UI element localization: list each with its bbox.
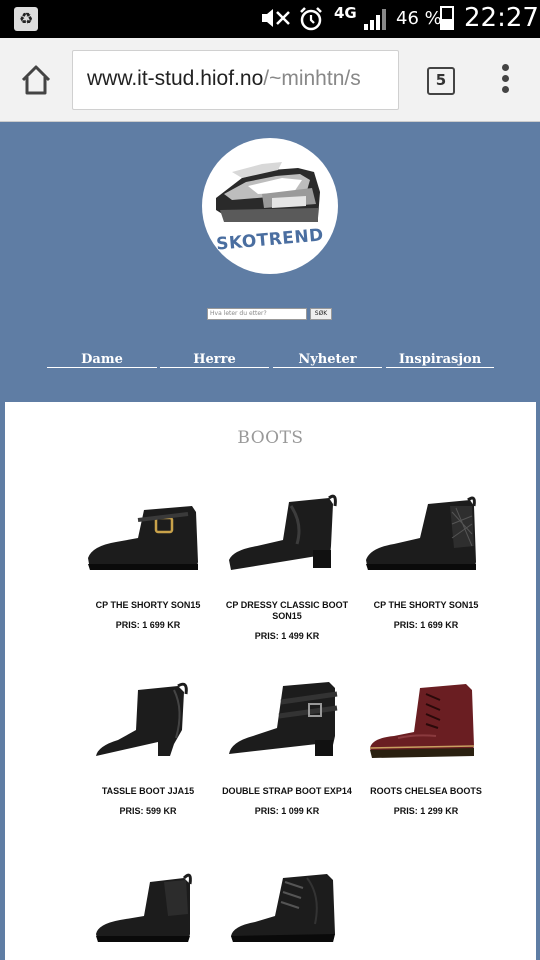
boot-image [366, 496, 476, 570]
product-card[interactable] [78, 866, 218, 960]
product-price: PRIS: 1 099 KR [254, 806, 320, 816]
recycle-icon: ♻ [14, 7, 38, 31]
product-card[interactable]: TASSLE BOOT JJA15 PRIS: 599 KR [78, 680, 218, 816]
section-title: BOOTS [237, 428, 304, 448]
product-card[interactable] [217, 866, 357, 960]
signal-icon [364, 9, 386, 30]
product-name: CP THE SHORTY SON15 [95, 600, 201, 610]
url-bar[interactable]: www.it-stud.hiof.no/~minhtn/s [72, 50, 399, 110]
boot-image [229, 682, 338, 756]
product-price: PRIS: 1 699 KR [393, 620, 459, 630]
product-listing: BOOTS CP THE SHORTY SON15 PRIS: 1 699 KR… [5, 402, 536, 960]
browser-toolbar: www.it-stud.hiof.no/~minhtn/s 5 [0, 38, 540, 122]
nav-dame[interactable]: Dame [47, 352, 157, 368]
boot-image [96, 873, 192, 942]
url-host: www.it-stud.hiof.no [87, 67, 264, 90]
product-card[interactable]: DOUBLE STRAP BOOT EXP14 PRIS: 1 099 KR [217, 680, 357, 816]
product-card[interactable]: CP THE SHORTY SON15 PRIS: 1 699 KR [78, 494, 218, 630]
product-name: CP THE SHORTY SON15 [373, 600, 479, 610]
battery-icon [440, 6, 454, 30]
product-price: PRIS: 1 499 KR [254, 631, 320, 641]
nav-herre[interactable]: Herre [160, 352, 269, 368]
status-bar: ♻ 4G 46 % 22:27 [0, 0, 540, 38]
overflow-menu-icon[interactable] [500, 64, 510, 98]
boot-image [96, 682, 188, 756]
nav-inspirasjon[interactable]: Inspirasjon [386, 352, 494, 368]
product-price: PRIS: 1 299 KR [393, 806, 459, 816]
product-name: ROOTS CHELSEA BOOTS [370, 786, 482, 796]
product-price: PRIS: 599 KR [119, 806, 177, 816]
product-card[interactable]: CP DRESSY CLASSIC BOOT SON15 PRIS: 1 499… [217, 494, 357, 641]
product-name: DOUBLE STRAP BOOT EXP14 [222, 786, 352, 796]
network-type: 4G [334, 4, 357, 22]
home-icon[interactable] [18, 62, 54, 98]
product-card[interactable]: CP THE SHORTY SON15 PRIS: 1 699 KR [356, 494, 496, 630]
product-name: CP DRESSY CLASSIC BOOT SON15 [225, 600, 349, 621]
search-input[interactable]: Hva leter du etter? [207, 308, 307, 320]
battery-percent: 46 % [396, 8, 442, 29]
product-card[interactable]: ROOTS CHELSEA BOOTS PRIS: 1 299 KR [356, 680, 496, 816]
clock: 22:27 [464, 3, 539, 33]
mute-icon [258, 6, 292, 37]
product-price: PRIS: 1 699 KR [115, 620, 181, 630]
boot-image [229, 494, 337, 570]
nav-nyheter[interactable]: Nyheter [273, 352, 382, 368]
boot-image [231, 874, 335, 942]
boot-image [88, 506, 198, 570]
search-button[interactable]: SØK [310, 308, 332, 320]
url-path: /~minhtn/s [263, 67, 361, 90]
product-name: TASSLE BOOT JJA15 [101, 786, 195, 796]
site-logo[interactable]: SKOTREND [202, 138, 338, 274]
tab-switcher-button[interactable]: 5 [427, 67, 455, 95]
boot-image [369, 684, 475, 758]
site-header: SKOTREND Hva leter du etter? SØK Dame He… [0, 122, 540, 402]
alarm-icon [298, 6, 324, 39]
